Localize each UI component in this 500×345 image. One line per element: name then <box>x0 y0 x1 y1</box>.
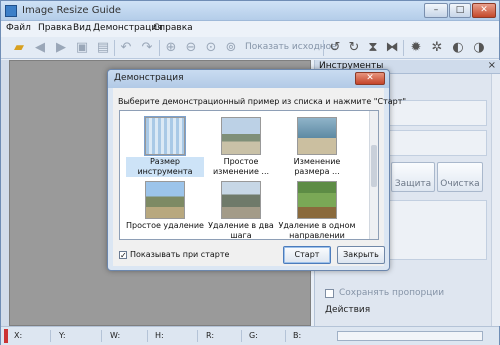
flip-horizontal-icon[interactable]: ⧓ <box>384 40 400 56</box>
toolbar-separator <box>159 40 160 56</box>
zoom-out-icon[interactable]: ⊖ <box>183 40 199 56</box>
print-icon[interactable]: ▤ <box>95 40 111 56</box>
demo-thumbnail <box>297 117 337 155</box>
demo-item-resize[interactable]: Изменение размера ... <box>278 117 356 177</box>
demo-dialog: Демонстрация ✕ Выберите демонстрационный… <box>107 69 406 271</box>
zoom-in-icon[interactable]: ⊕ <box>163 40 179 56</box>
forward-arrow-icon[interactable]: ▶ <box>53 40 69 56</box>
app-icon <box>5 5 17 17</box>
demo-item-label: Простое удаление <box>126 221 204 230</box>
demo-item-label: Простое изменение ... <box>212 157 270 176</box>
toolbar-separator <box>114 40 115 56</box>
demo-thumbnail <box>221 181 261 219</box>
clear-button[interactable]: Очистка <box>437 162 483 192</box>
minimize-button[interactable]: – <box>424 3 448 18</box>
options-gear-icon[interactable]: ✲ <box>429 40 445 56</box>
status-blue: B: <box>293 331 302 340</box>
demo-thumbnail <box>144 116 186 156</box>
status-indicator <box>4 329 8 343</box>
demo-list[interactable]: Размер инструмента Простое изменение ...… <box>119 110 379 240</box>
status-x: X: <box>14 331 23 340</box>
toolbar: ▰ ◀ ▶ ▣ ▤ ↶ ↷ ⊕ ⊖ ⊙ ⊚ Показать исходное … <box>1 37 499 59</box>
demo-item-label: Изменение размера ... <box>293 157 341 176</box>
back-arrow-icon[interactable]: ◀ <box>32 40 48 56</box>
demo-prompt: Выберите демонстрационный пример из спис… <box>118 97 407 106</box>
rotate-right-icon[interactable]: ↻ <box>346 40 362 56</box>
keep-proportions-checkbox[interactable] <box>325 289 334 298</box>
demo-item-label: Удаление в два шага <box>208 221 274 240</box>
menu-edit[interactable]: Правка <box>38 23 72 33</box>
status-y: Y: <box>59 331 66 340</box>
show-on-start-checkbox[interactable]: ✓ <box>119 251 127 260</box>
status-separator <box>50 330 51 342</box>
title-bar[interactable]: Image Resize Guide – □ ✕ <box>1 1 499 21</box>
demo-dialog-body: Выберите демонстрационный пример из спис… <box>113 88 406 266</box>
status-separator <box>101 330 102 342</box>
maximize-button[interactable]: □ <box>449 3 471 18</box>
flip-vertical-icon[interactable]: ⧗ <box>365 40 381 56</box>
close-button[interactable]: Закрыть <box>337 246 385 264</box>
toolbar-separator <box>323 40 324 56</box>
keep-proportions-label: Сохранять пропорции <box>339 288 445 298</box>
close-window-button[interactable]: ✕ <box>472 3 496 18</box>
status-height: H: <box>155 331 164 340</box>
demo-list-scroll-thumb[interactable] <box>371 145 377 187</box>
status-separator <box>285 330 286 342</box>
demo-item-simple-resize[interactable]: Простое изменение ... <box>202 117 280 177</box>
window-title: Image Resize Guide <box>22 5 122 16</box>
settings-gear-icon[interactable]: ✹ <box>408 40 424 56</box>
status-progress-bar <box>337 331 483 341</box>
demo-item-simple-removal[interactable]: Простое удаление <box>126 181 204 231</box>
menu-file[interactable]: Файл <box>6 23 31 33</box>
actions-label: Действия <box>325 305 371 315</box>
undo-icon[interactable]: ↶ <box>118 40 134 56</box>
start-button[interactable]: Старт <box>283 246 331 264</box>
menu-bar: Файл Правка Вид Демонстрация Справка <box>1 21 499 37</box>
status-separator <box>241 330 242 342</box>
zoom-fit-icon[interactable]: ⊙ <box>203 40 219 56</box>
status-red: R: <box>206 331 215 340</box>
demo-thumbnail <box>297 181 337 219</box>
demo-item-tool-size[interactable]: Размер инструмента <box>126 116 204 177</box>
demo-thumbnail <box>145 181 185 219</box>
status-width: W: <box>110 331 121 340</box>
demo-dialog-titlebar[interactable]: Демонстрация ✕ <box>108 70 389 88</box>
contrast-icon[interactable]: ◐ <box>450 40 466 56</box>
save-icon[interactable]: ▣ <box>74 40 90 56</box>
demo-item-label: Размер инструмента <box>126 157 204 177</box>
demo-list-scrollbar[interactable] <box>369 111 378 239</box>
brightness-icon[interactable]: ◑ <box>471 40 487 56</box>
status-green: G: <box>249 331 258 340</box>
redo-icon[interactable]: ↷ <box>139 40 155 56</box>
show-on-start-label: Показывать при старте <box>130 250 230 259</box>
toolbar-separator <box>403 40 404 56</box>
status-separator <box>147 330 148 342</box>
demo-dialog-title: Демонстрация <box>114 73 184 83</box>
left-gutter <box>1 60 9 326</box>
menu-help[interactable]: Справка <box>153 23 193 33</box>
demo-item-two-step-removal[interactable]: Удаление в два шага <box>202 181 280 240</box>
demo-item-label: Удаление в одном направлении <box>278 221 356 240</box>
tools-panel-close-icon[interactable]: × <box>488 60 496 71</box>
tools-panel-scrollbar[interactable] <box>491 74 500 326</box>
zoom-actual-icon[interactable]: ⊚ <box>223 40 239 56</box>
demo-dialog-close-button[interactable]: ✕ <box>355 72 385 85</box>
open-icon[interactable]: ▰ <box>11 40 27 56</box>
status-separator <box>197 330 198 342</box>
status-bar: X: Y: W: H: R: G: B: <box>1 326 499 345</box>
demo-thumbnail <box>221 117 261 155</box>
protect-button[interactable]: Защита <box>391 162 435 192</box>
rotate-left-icon[interactable]: ↺ <box>327 40 343 56</box>
demo-item-one-direction-removal[interactable]: Удаление в одном направлении <box>278 181 356 240</box>
menu-view[interactable]: Вид <box>73 23 91 33</box>
